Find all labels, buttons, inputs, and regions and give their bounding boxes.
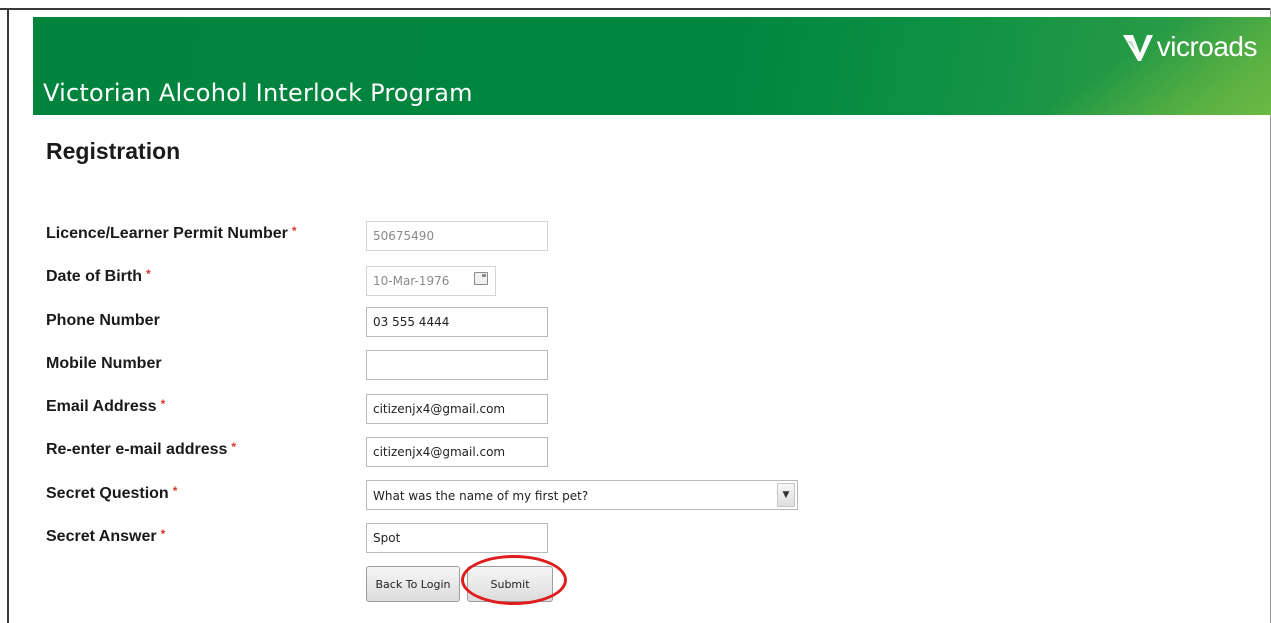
window-frame-top <box>0 8 1271 10</box>
phone-label: Phone Number <box>46 312 160 329</box>
secret-answer-input[interactable] <box>366 523 548 553</box>
required-marker: * <box>160 397 166 411</box>
submit-button[interactable]: Submit <box>467 566 553 602</box>
logo-text: vicroads <box>1156 31 1258 62</box>
required-marker: * <box>291 224 297 238</box>
required-marker: * <box>146 267 151 281</box>
phone-input[interactable] <box>366 307 548 337</box>
dob-label: Date of Birth * <box>46 267 151 285</box>
chevron-down-icon[interactable]: ▼ <box>777 483 795 507</box>
secret-question-select[interactable]: What was the name of my first pet? ▼ <box>366 480 798 510</box>
program-title: Victorian Alcohol Interlock Program <box>43 79 473 107</box>
vicroads-logo[interactable]: vicroads <box>1121 31 1258 63</box>
secret-question-value: What was the name of my first pet? <box>373 489 589 503</box>
licence-label: Licence/Learner Permit Number * <box>46 224 297 242</box>
site-header: Victorian Alcohol Interlock Program vicr… <box>33 17 1271 115</box>
email-label: Email Address * <box>46 397 166 415</box>
email-input[interactable] <box>366 394 548 424</box>
mobile-input[interactable] <box>366 350 548 380</box>
mobile-label: Mobile Number <box>46 355 162 372</box>
vicroads-logo-icon <box>1122 35 1153 61</box>
calendar-icon[interactable] <box>474 272 488 285</box>
licence-number-input[interactable] <box>366 221 548 251</box>
back-to-login-button[interactable]: Back To Login <box>366 566 460 602</box>
required-marker: * <box>231 440 237 454</box>
email-confirm-label: Re-enter e-mail address * <box>46 440 237 458</box>
window-frame-left <box>7 8 9 623</box>
required-marker: * <box>172 484 178 498</box>
required-marker: * <box>160 527 166 541</box>
secret-answer-label: Secret Answer * <box>46 527 166 545</box>
secret-question-label: Secret Question * <box>46 484 178 502</box>
page-title: Registration <box>46 138 181 164</box>
email-confirm-input[interactable] <box>366 437 548 467</box>
